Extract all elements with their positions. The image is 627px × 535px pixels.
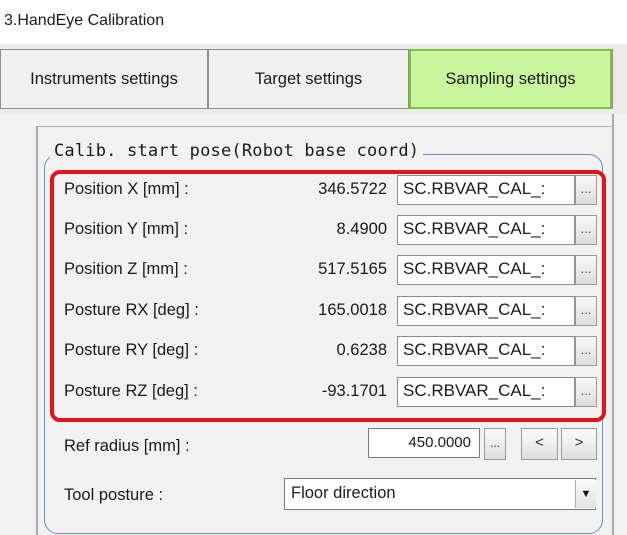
tool-posture-label: Tool posture : [64,486,164,504]
tool-posture-selected: Floor direction [291,484,396,502]
highlight-frame [50,170,606,422]
tab-bar: Instruments settings Target settings Sam… [0,44,627,114]
ref-radius-input[interactable]: 450.0000 [368,428,480,458]
dropdown-arrow-icon[interactable]: ▼ [575,480,596,508]
tab-instruments-settings[interactable]: Instruments settings [0,49,208,109]
tab-sampling-settings[interactable]: Sampling settings [409,49,612,109]
tab-bar-edge [612,49,613,109]
panel-border [36,126,614,127]
window-titlebar: 3.HandEye Calibration [0,0,627,45]
ref-radius-label: Ref radius [mm] : [64,437,190,455]
panel-border [612,114,614,535]
panel-border [36,126,38,535]
ref-radius-next-button[interactable]: > [561,428,597,460]
tool-posture-select[interactable]: Floor direction [284,478,596,510]
ref-radius-browse-button[interactable]: ... [484,428,506,460]
group-title: Calib. start pose(Robot base coord) [50,141,424,161]
tab-target-settings[interactable]: Target settings [208,49,409,109]
ref-radius-prev-button[interactable]: < [521,428,558,460]
window-title: 3.HandEye Calibration [4,12,165,29]
